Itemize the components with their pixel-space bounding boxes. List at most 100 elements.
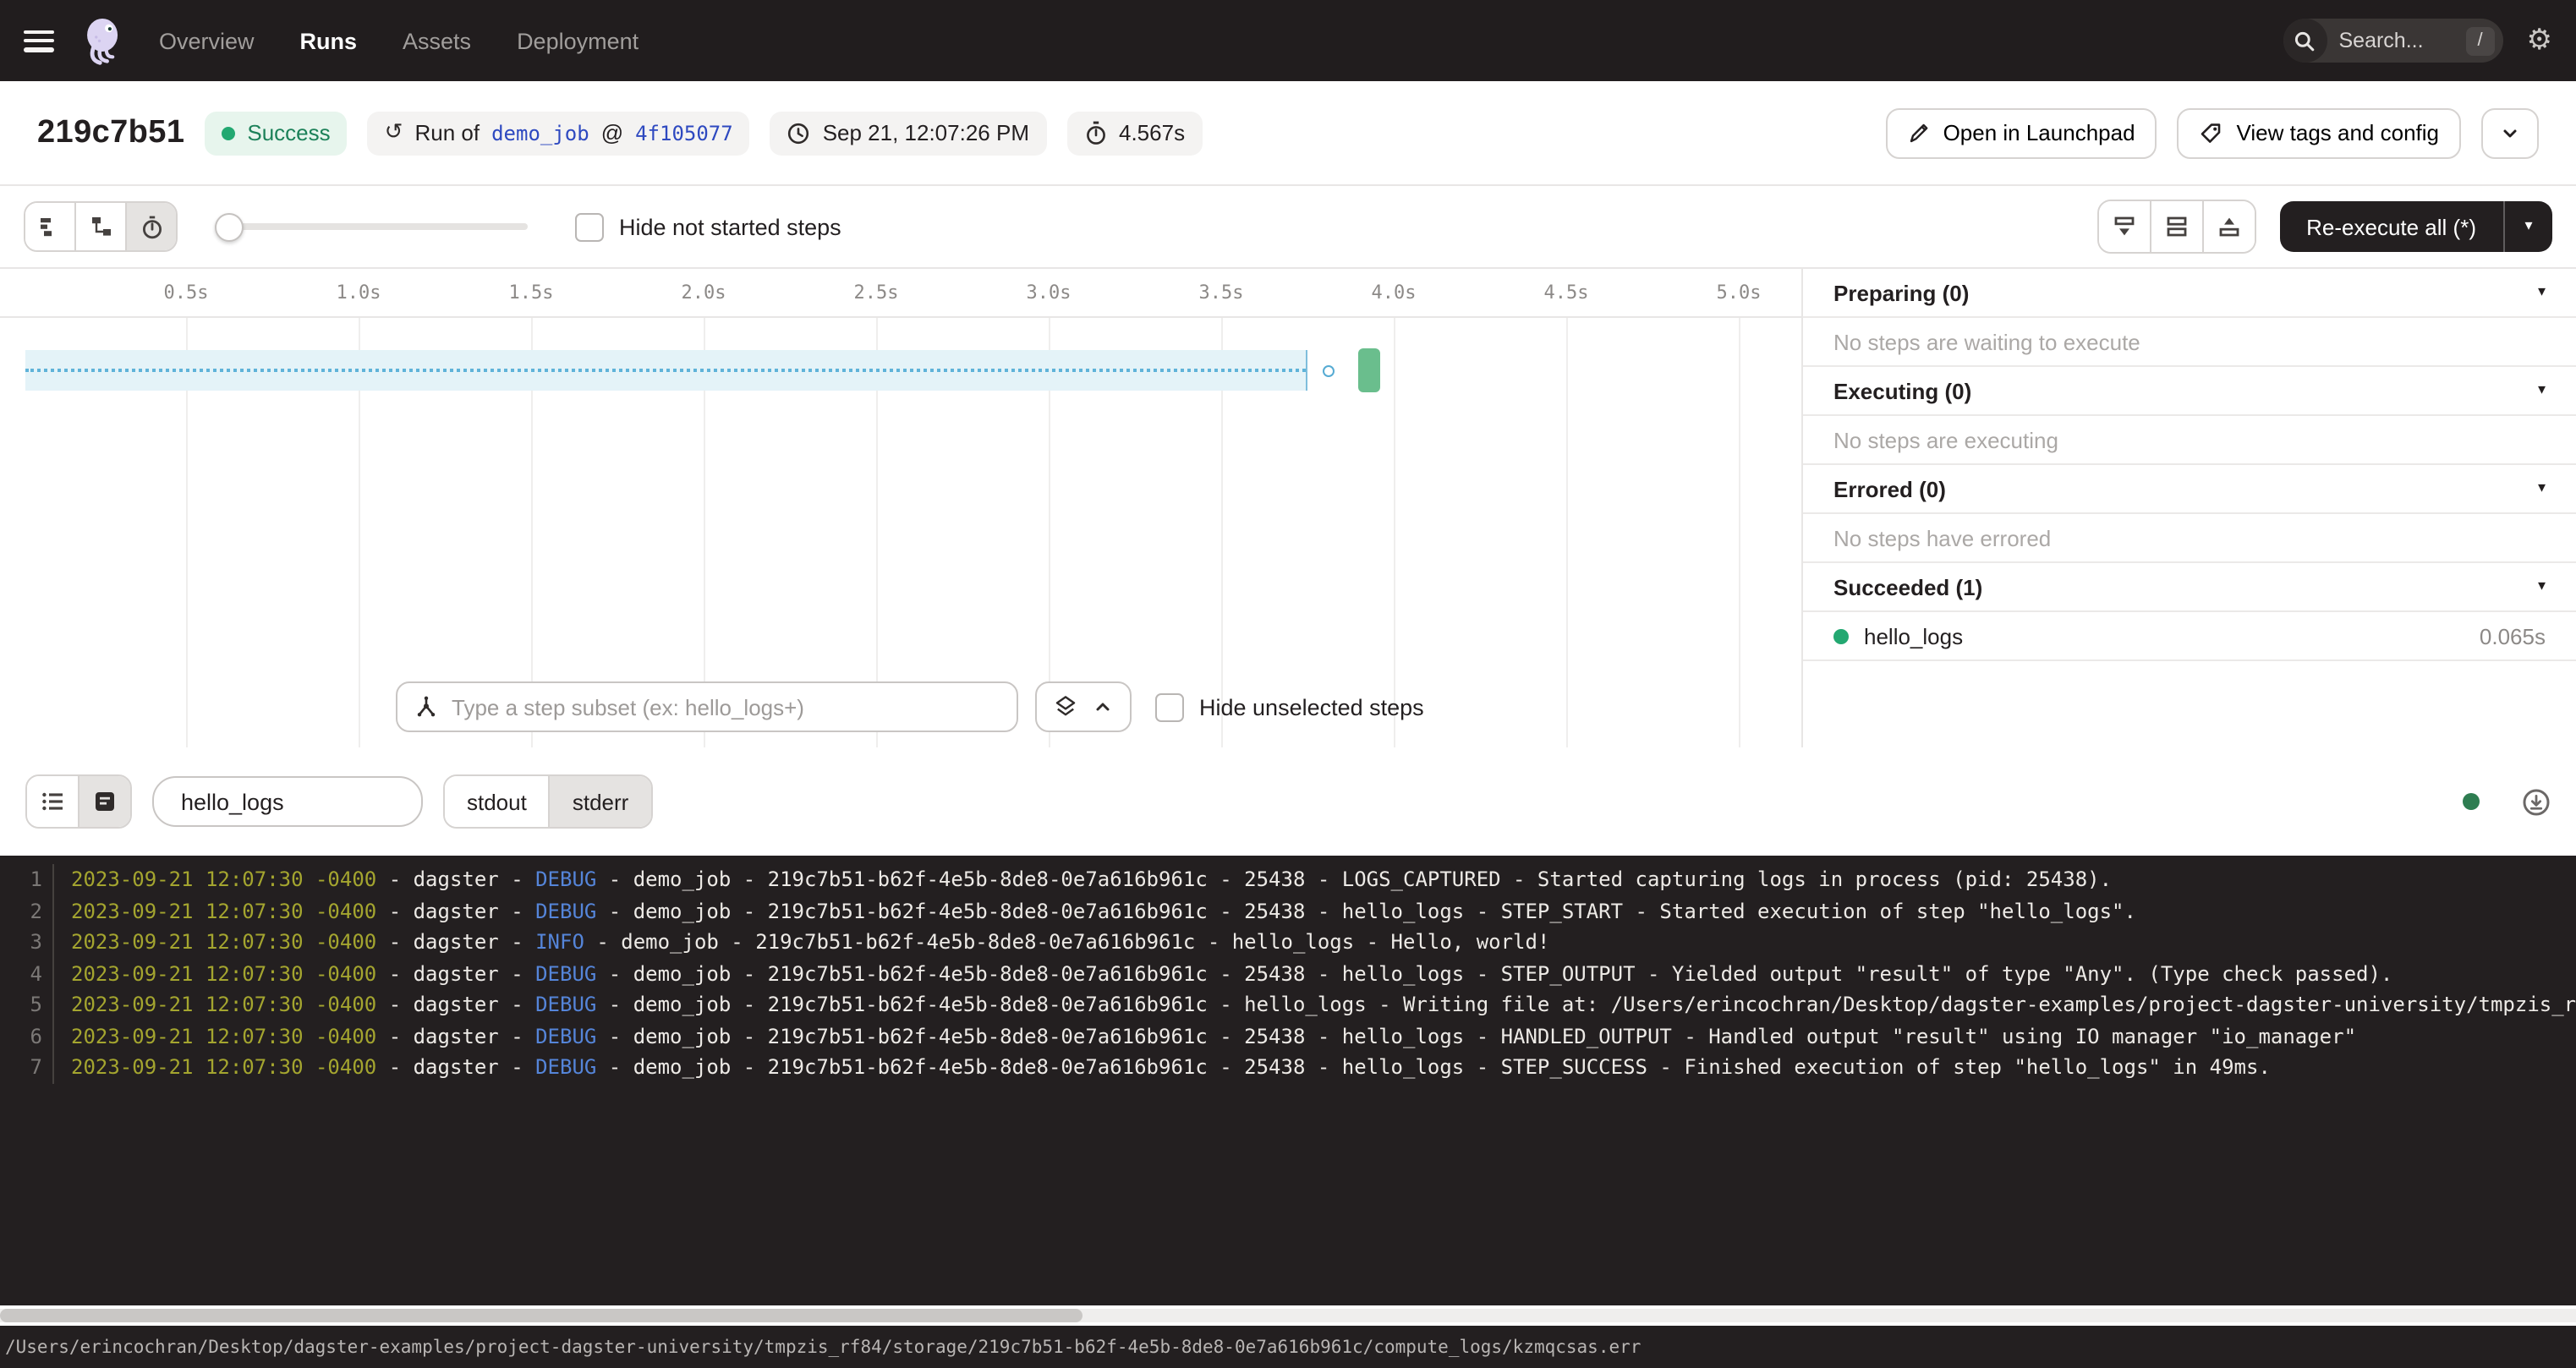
run-actions-chevron-button[interactable]	[2481, 107, 2539, 158]
status-badge-label: Success	[247, 120, 330, 145]
reexecute-dropdown-chevron[interactable]: ▾	[2505, 218, 2552, 235]
log-file-path: /Users/erincochran/Desktop/dagster-examp…	[5, 1337, 1641, 1357]
hide-not-started-label: Hide not started steps	[619, 214, 841, 239]
tab-stderr[interactable]: stderr	[549, 776, 650, 827]
settings-gear-icon[interactable]: ⚙	[2527, 26, 2553, 55]
section-title: Succeeded (1)	[1833, 574, 1982, 599]
menu-icon[interactable]	[24, 30, 54, 52]
chevron-up-icon	[1093, 697, 1113, 717]
scrollbar-thumb[interactable]	[0, 1309, 1082, 1322]
hide-unselected-row: Hide unselected steps	[1155, 692, 1424, 721]
duration-tag: 4.567s	[1066, 111, 1202, 155]
structured-log-view-icon[interactable]	[27, 776, 78, 827]
gantt-view-mode-segmented	[24, 201, 178, 252]
timestamp-label: Sep 21, 12:07:26 PM	[823, 120, 1029, 145]
step-name: hello_logs	[1864, 623, 1963, 648]
open-in-launchpad-label: Open in Launchpad	[1943, 120, 2135, 145]
run-id-title: 219c7b51	[37, 114, 184, 151]
step-row-hello-logs[interactable]: hello_logs 0.065s	[1803, 612, 2576, 661]
expand-bottom-panel-icon[interactable]	[2098, 201, 2149, 252]
timeline-axis: 0.5s1.0s1.5s2.0s2.5s3.0s3.5s4.0s4.5s5.0s	[0, 269, 1801, 318]
nav-item-assets[interactable]: Assets	[403, 28, 471, 53]
nav-item-overview[interactable]: Overview	[159, 28, 255, 53]
tag-icon	[2200, 121, 2223, 145]
timed-view-icon[interactable]	[125, 203, 176, 250]
log-output[interactable]: 12023-09-21 12:07:30 -0400 - dagster - D…	[0, 856, 2576, 1305]
step-marker-circle[interactable]	[1323, 365, 1335, 377]
section-title: Executing (0)	[1833, 378, 1971, 403]
waterfall-view-icon[interactable]	[74, 203, 125, 250]
hide-not-started-checkbox[interactable]	[575, 212, 604, 241]
job-name-link[interactable]: demo_job	[491, 121, 589, 145]
log-line-text: 2023-09-21 12:07:30 -0400 - dagster - DE…	[71, 989, 2576, 1021]
log-line-number: 6	[0, 1021, 54, 1052]
step-duration: 0.065s	[2480, 623, 2546, 648]
run-of-prefix: Run of	[414, 120, 480, 145]
log-capture-status-dot	[2463, 793, 2480, 810]
commit-link[interactable]: 4f105077	[635, 121, 733, 145]
axis-tick-label: 2.5s	[854, 282, 899, 304]
download-log-icon[interactable]	[2522, 787, 2551, 816]
section-header-succeeded[interactable]: Succeeded (1) ▾	[1803, 563, 2576, 612]
waiting-dotted-line	[25, 369, 1306, 372]
nav-item-runs[interactable]: Runs	[300, 28, 358, 53]
zoom-slider[interactable]	[215, 223, 528, 230]
section-empty-executing: No steps are executing	[1803, 416, 2576, 465]
log-line: 3 2023-09-21 12:07:30 -0400 - dagster - I…	[0, 927, 2576, 958]
section-header-errored[interactable]: Errored (0) ▾	[1803, 465, 2576, 514]
log-lines: 12023-09-21 12:07:30 -0400 - dagster - D…	[0, 864, 2576, 1083]
graph-query-toggle-button[interactable]	[1035, 681, 1132, 732]
log-step-filter-label: hello_logs	[181, 789, 284, 814]
log-line: 42023-09-21 12:07:30 -0400 - dagster - D…	[0, 958, 2576, 989]
timestamp-tag: Sep 21, 12:07:26 PM	[770, 111, 1046, 155]
log-toolbar: hello_logs stdout stderr	[0, 747, 2576, 856]
log-line-text: 2023-09-21 12:07:30 -0400 - dagster - IN…	[71, 927, 1549, 958]
log-line-text: 2023-09-21 12:07:30 -0400 - dagster - DE…	[71, 1052, 2271, 1083]
gridline	[1566, 318, 1568, 747]
section-empty-errored: No steps have errored	[1803, 514, 2576, 563]
section-header-preparing[interactable]: Preparing (0) ▾	[1803, 269, 2576, 318]
top-nav: Overview Runs Assets Deployment Search..…	[0, 0, 2576, 81]
search-input[interactable]: Search... /	[2283, 19, 2503, 63]
step-subset-input[interactable]: Type a step subset (ex: hello_logs+)	[396, 681, 1018, 732]
axis-tick-label: 2.0s	[682, 282, 726, 304]
hide-not-started-row: Hide not started steps	[575, 212, 841, 241]
nav-item-deployment[interactable]: Deployment	[517, 28, 639, 53]
section-caret-icon: ▾	[2538, 284, 2546, 301]
tab-stdout[interactable]: stdout	[445, 776, 549, 827]
view-tags-config-button[interactable]: View tags and config	[2178, 107, 2461, 158]
section-caret-icon: ▾	[2538, 382, 2546, 399]
log-line-number: 5	[0, 989, 54, 1021]
run-status-panel: Preparing (0) ▾ No steps are waiting to …	[1803, 269, 2576, 747]
op-selector-icon	[414, 695, 438, 719]
axis-tick-label: 4.0s	[1372, 282, 1417, 304]
axis-tick-label: 3.5s	[1199, 282, 1244, 304]
step-bar-hello-logs[interactable]	[1358, 348, 1380, 392]
section-header-executing[interactable]: Executing (0) ▾	[1803, 367, 2576, 416]
open-in-launchpad-button[interactable]: Open in Launchpad	[1886, 107, 2157, 158]
dagster-logo-icon[interactable]	[78, 15, 129, 66]
split-panels-icon[interactable]	[2149, 201, 2201, 252]
axis-tick-label: 0.5s	[164, 282, 209, 304]
axis-tick-label: 3.0s	[1027, 282, 1072, 304]
log-line-text: 2023-09-21 12:07:30 -0400 - dagster - DE…	[71, 864, 2112, 895]
log-line-number: 3	[0, 927, 54, 958]
zoom-slider-handle[interactable]	[215, 213, 244, 242]
log-step-filter-tag[interactable]: hello_logs	[152, 776, 423, 827]
view-tags-config-label: View tags and config	[2237, 120, 2439, 145]
duration-label: 4.567s	[1119, 120, 1185, 145]
expand-top-panel-icon[interactable]	[2201, 201, 2254, 252]
success-dot-icon	[222, 126, 235, 140]
raw-log-view-icon[interactable]	[78, 776, 130, 827]
hide-unselected-checkbox[interactable]	[1155, 692, 1184, 721]
log-line-number: 7	[0, 1052, 54, 1083]
search-placeholder: Search...	[2327, 29, 2466, 52]
log-horizontal-scrollbar	[0, 1305, 2576, 1326]
stdout-stderr-segmented: stdout stderr	[443, 774, 652, 829]
stopwatch-icon	[1083, 120, 1107, 145]
reexecute-all-button[interactable]: Re-execute all (*)	[2279, 214, 2503, 239]
step-subset-row: Type a step subset (ex: hello_logs+) Hid…	[396, 681, 1424, 732]
gantt-chart: Type a step subset (ex: hello_logs+) Hid…	[0, 318, 1801, 747]
flat-view-icon[interactable]	[25, 203, 74, 250]
log-line-number: 4	[0, 958, 54, 989]
